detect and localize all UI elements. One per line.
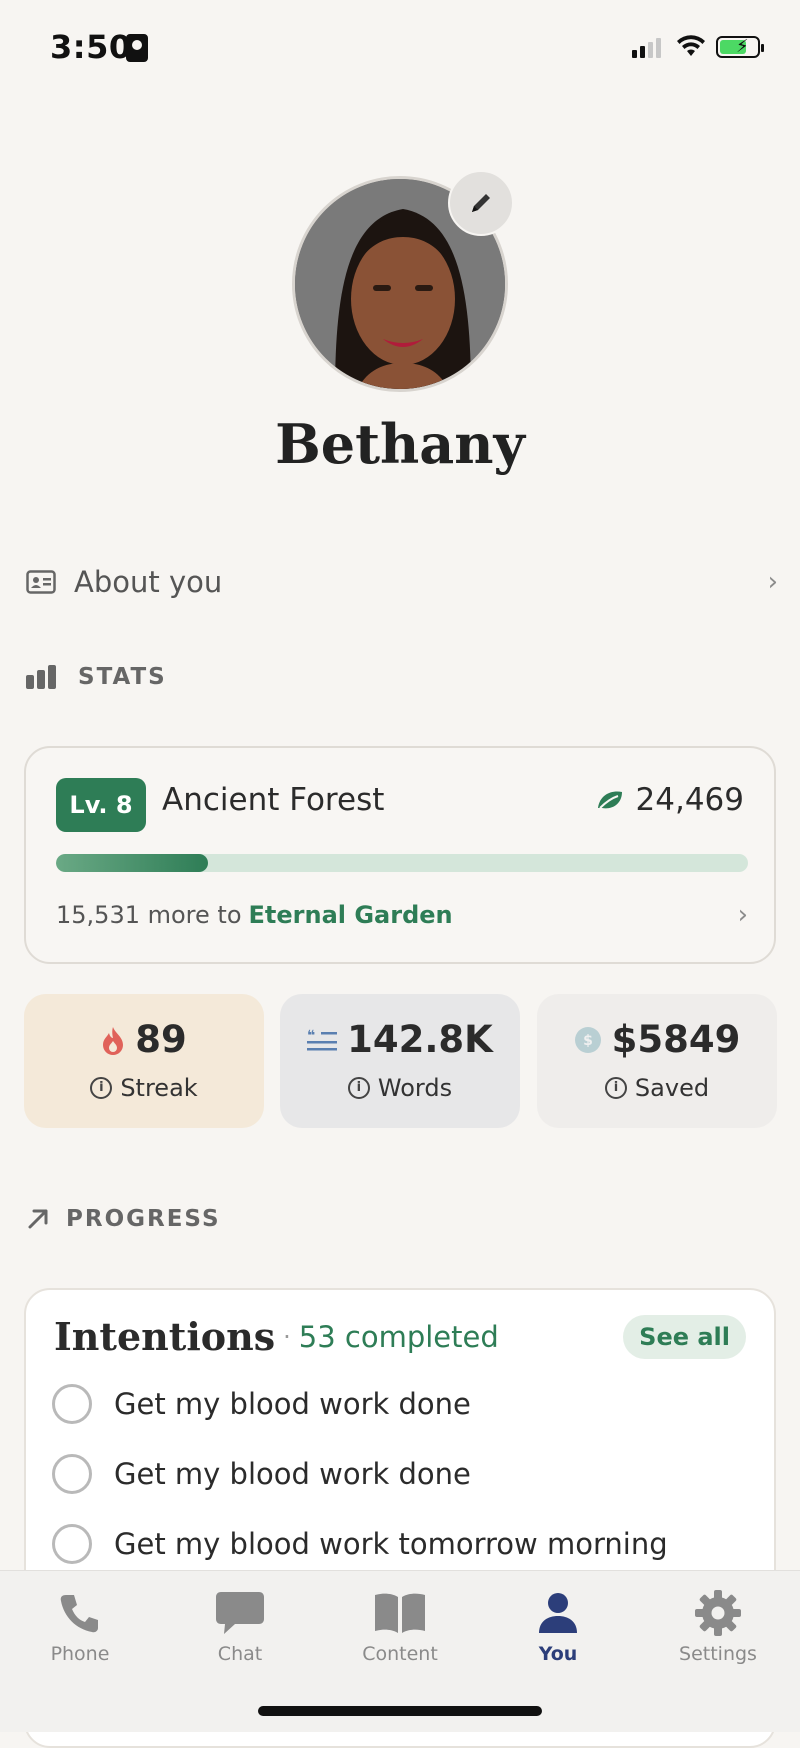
wifi-icon <box>676 34 706 62</box>
sim-card-icon <box>126 34 148 62</box>
see-all-button[interactable]: See all <box>623 1314 746 1359</box>
home-indicator <box>258 1706 542 1716</box>
tab-you[interactable]: You <box>498 1585 618 1665</box>
id-card-icon <box>26 570 56 594</box>
quote-lines-icon: ❝ <box>307 1028 338 1050</box>
next-level-name: Eternal Garden <box>248 901 453 929</box>
arrow-up-right-icon <box>28 1209 48 1229</box>
checkbox-circle[interactable] <box>52 1454 92 1494</box>
gear-icon <box>695 1590 741 1636</box>
book-open-icon <box>375 1593 425 1633</box>
next-level-row[interactable]: 15,531 more to Eternal Garden › <box>56 900 748 930</box>
chevron-right-icon: › <box>767 567 778 597</box>
points-display: 24,469 <box>596 782 744 818</box>
points-value: 24,469 <box>635 782 744 818</box>
dollar-coin-icon: $ <box>574 1026 601 1053</box>
flame-icon <box>103 1026 124 1055</box>
intentions-header: Intentions · 53 completed See all <box>54 1314 746 1359</box>
separator-dot: · <box>283 1322 291 1351</box>
checkbox-circle[interactable] <box>52 1384 92 1424</box>
tab-phone[interactable]: Phone <box>20 1585 140 1665</box>
saved-label: Saved <box>634 1074 710 1102</box>
info-icon[interactable]: i <box>347 1077 370 1099</box>
progress-title: PROGRESS <box>66 1206 221 1232</box>
saved-value: $5849 <box>611 1018 741 1061</box>
intentions-title: Intentions <box>54 1314 276 1359</box>
tab-chat[interactable]: Chat <box>180 1585 300 1665</box>
pencil-icon <box>472 194 490 212</box>
streak-value: 89 <box>135 1018 187 1061</box>
streak-tile[interactable]: 89 i Streak <box>24 994 264 1128</box>
tab-settings-label: Settings <box>679 1643 757 1665</box>
tab-settings[interactable]: Settings <box>658 1585 778 1665</box>
chevron-right-icon: › <box>737 900 748 930</box>
svg-text:$: $ <box>583 1033 593 1049</box>
intention-item[interactable]: Get my blood work tomorrow morning <box>52 1524 668 1564</box>
streak-label: Streak <box>120 1074 198 1102</box>
person-icon <box>539 1593 577 1633</box>
level-badge: Lv. 8 <box>56 778 146 832</box>
about-you-row[interactable]: About you › <box>26 552 778 612</box>
tab-content[interactable]: Content <box>340 1585 460 1665</box>
checkbox-circle[interactable] <box>52 1524 92 1564</box>
edit-profile-button[interactable] <box>448 170 514 236</box>
intention-item[interactable]: Get my blood work done <box>52 1454 471 1494</box>
intention-text: Get my blood work tomorrow morning <box>114 1527 668 1561</box>
about-you-label: About you <box>74 565 223 599</box>
cellular-signal-icon <box>632 38 661 58</box>
remaining-text: 15,531 more to <box>56 901 242 929</box>
leaf-icon <box>597 791 622 809</box>
stats-title: STATS <box>78 664 167 690</box>
tab-chat-label: Chat <box>217 1643 263 1665</box>
level-card[interactable]: Lv. 8 Ancient Forest 24,469 15,531 more … <box>24 746 776 964</box>
intention-text: Get my blood work done <box>114 1387 471 1421</box>
level-progress-fill <box>56 854 209 872</box>
level-name: Ancient Forest <box>162 782 385 818</box>
intention-text: Get my blood work done <box>114 1457 471 1491</box>
intentions-completed-count: 53 completed <box>298 1319 499 1354</box>
words-label: Words <box>377 1074 453 1102</box>
info-icon[interactable]: i <box>604 1077 627 1099</box>
tab-content-label: Content <box>362 1643 438 1665</box>
tab-you-label: You <box>538 1643 578 1665</box>
words-tile[interactable]: ❝ 142.8K i Words <box>280 994 520 1128</box>
tab-phone-label: Phone <box>50 1643 110 1665</box>
profile-name: Bethany <box>275 412 525 476</box>
level-progress-bar <box>56 854 748 872</box>
chat-bubble-icon <box>216 1592 264 1634</box>
battery-icon: ⚡ <box>716 36 764 58</box>
phone-icon <box>60 1595 98 1633</box>
info-icon[interactable]: i <box>90 1077 113 1099</box>
bar-chart-icon <box>26 665 56 689</box>
saved-tile[interactable]: $ $5849 i Saved <box>537 994 777 1128</box>
words-value: 142.8K <box>347 1018 493 1061</box>
progress-section-header: PROGRESS <box>26 1206 221 1232</box>
intention-item[interactable]: Get my blood work done <box>52 1384 471 1424</box>
stats-section-header: STATS <box>26 664 167 690</box>
status-time: 3:50 <box>50 28 132 66</box>
